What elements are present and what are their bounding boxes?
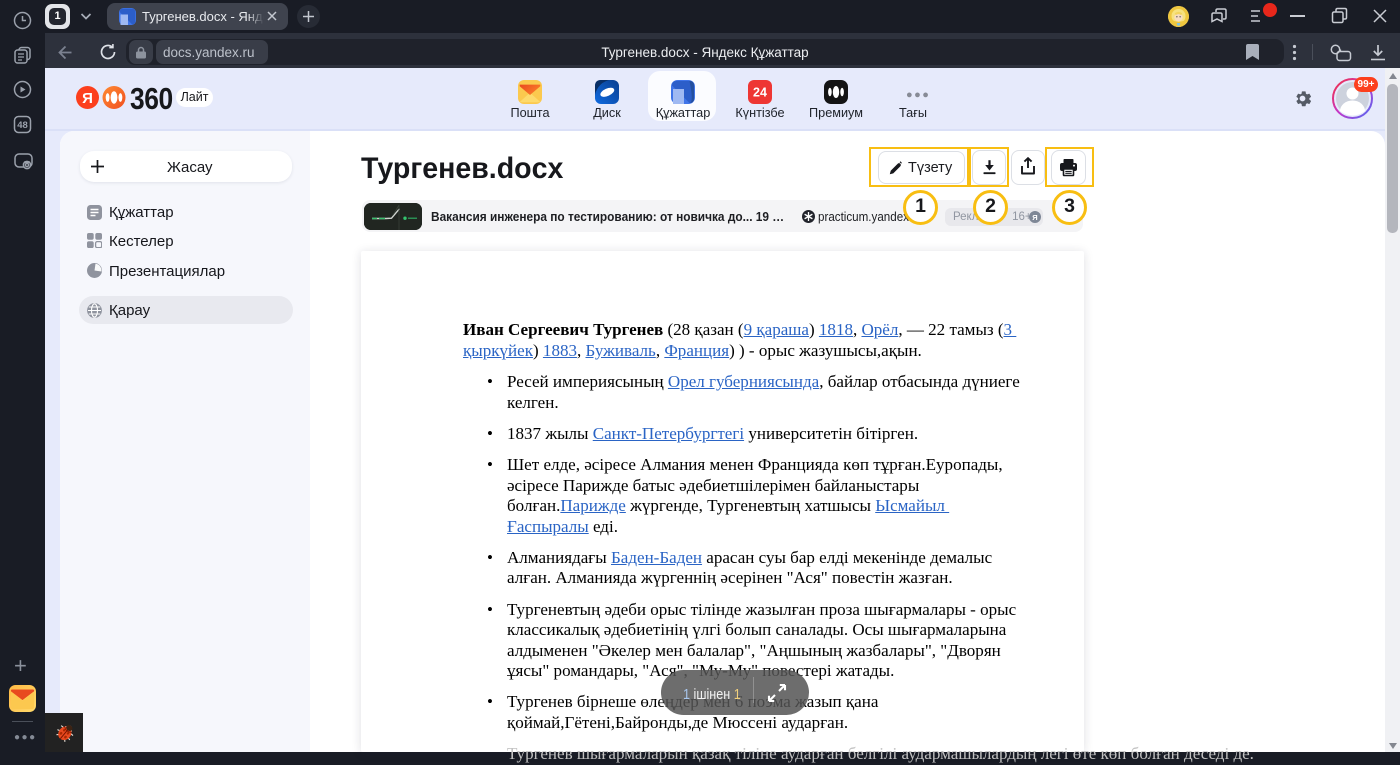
svg-text:Я: Я bbox=[82, 90, 93, 107]
svg-text:48: 48 bbox=[17, 120, 28, 131]
svg-text:Я: Я bbox=[1032, 213, 1037, 222]
svg-text:24: 24 bbox=[753, 86, 767, 100]
